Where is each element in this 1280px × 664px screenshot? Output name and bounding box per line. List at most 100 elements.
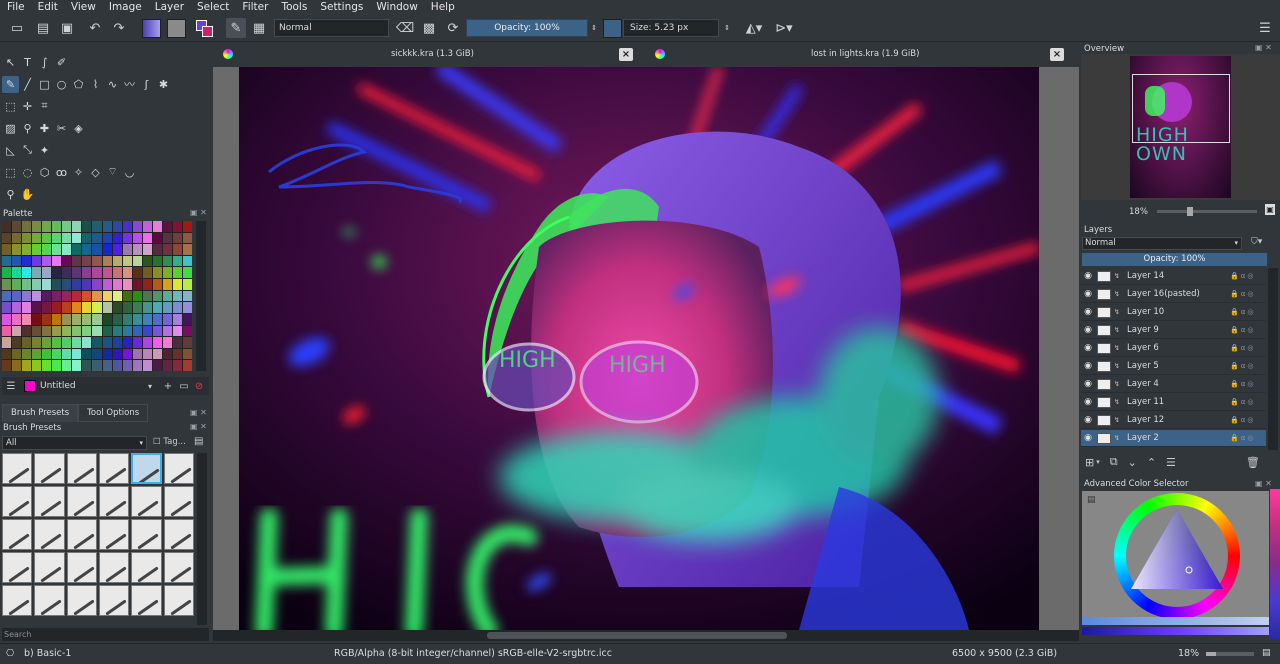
palette-swatch[interactable] — [122, 337, 132, 348]
bezier-select-icon[interactable]: ⌔ — [104, 164, 121, 181]
palette-swatch[interactable] — [22, 255, 32, 267]
palette-swatch[interactable] — [2, 267, 12, 279]
palette-swatch[interactable] — [82, 232, 92, 244]
close-tab-1-button[interactable]: × — [619, 48, 633, 61]
palette-swatch[interactable] — [102, 302, 112, 313]
tag-menu-icon[interactable]: ▤ — [194, 436, 203, 447]
canvas-artwork[interactable]: HIGH HIGH — [239, 67, 1039, 630]
tab-tool-options[interactable]: Tool Options — [78, 404, 149, 422]
palette-swatch[interactable] — [182, 267, 192, 279]
blend-mode-select[interactable]: Normal — [274, 19, 389, 37]
brush-preset-tile[interactable] — [2, 552, 33, 583]
palette-swatch[interactable] — [12, 267, 22, 279]
palette-swatch[interactable] — [182, 360, 192, 371]
layer-row[interactable]: ◉ ↯ Layer 10 🔒α◎ — [1081, 304, 1266, 321]
layer-lock-icon[interactable]: 🔒α◎ — [1230, 398, 1266, 406]
palette-swatch[interactable] — [22, 290, 32, 302]
save-icon[interactable]: ▣ — [58, 18, 76, 38]
palette-swatch[interactable] — [142, 232, 152, 244]
palette-swatch[interactable] — [2, 232, 12, 244]
palette-swatch[interactable] — [152, 337, 162, 348]
visibility-eye-icon[interactable]: ◉ — [1081, 361, 1095, 371]
palette-swatch[interactable] — [132, 232, 142, 244]
palette-swatch[interactable] — [152, 313, 162, 325]
slider-handle[interactable] — [1187, 207, 1193, 216]
flow-swatch[interactable] — [603, 19, 622, 38]
palette-swatch[interactable] — [62, 360, 72, 371]
palette-swatch[interactable] — [52, 267, 62, 279]
layer-filter-icon[interactable]: ⛉▾ — [1251, 237, 1262, 247]
palette-swatch[interactable] — [102, 221, 112, 232]
preserve-alpha-icon[interactable]: ▩ — [420, 18, 438, 38]
palette-swatch[interactable] — [42, 337, 52, 348]
visibility-eye-icon[interactable]: ◉ — [1081, 397, 1095, 407]
palette-swatch[interactable] — [112, 221, 122, 232]
palette-swatch[interactable] — [182, 313, 192, 325]
eraser-icon[interactable]: ⌫ — [396, 18, 414, 38]
palette-swatch[interactable] — [162, 302, 172, 313]
palette-swatch[interactable] — [102, 279, 112, 290]
palette-swatch[interactable] — [122, 267, 132, 279]
palette-swatch[interactable] — [52, 279, 62, 290]
rect-select-icon[interactable]: ⬚ — [2, 164, 19, 181]
palette-swatch[interactable] — [2, 244, 12, 255]
palette-swatch[interactable] — [72, 221, 82, 232]
palette-swatch[interactable] — [92, 267, 102, 279]
palette-swatch[interactable] — [142, 360, 152, 371]
palette-swatch[interactable] — [152, 221, 162, 232]
palette-swatch[interactable] — [152, 244, 162, 255]
palette-swatch[interactable] — [72, 313, 82, 325]
palette-swatch[interactable] — [162, 267, 172, 279]
palette-swatch[interactable] — [12, 348, 22, 360]
palette-swatch[interactable] — [132, 325, 142, 337]
color-history-strip[interactable] — [1270, 489, 1280, 639]
palette-swatch[interactable] — [52, 348, 62, 360]
freehand-select-icon[interactable]: ꝏ — [53, 164, 70, 181]
palette-swatch[interactable] — [42, 221, 52, 232]
close-tab-2-button[interactable]: × — [1050, 48, 1064, 61]
polygon-select-icon[interactable]: ⬡ — [36, 164, 53, 181]
palette-swatch[interactable] — [12, 360, 22, 371]
palette-swatch[interactable] — [32, 348, 42, 360]
brush-preset-tile[interactable] — [163, 486, 194, 517]
palette-swatch[interactable] — [22, 302, 32, 313]
palette-swatch[interactable] — [42, 232, 52, 244]
layer-row[interactable]: ◉ ↯ Layer 5 🔒α◎ — [1081, 358, 1266, 375]
palette-swatch[interactable] — [22, 279, 32, 290]
move-icon[interactable]: ✛ — [19, 98, 36, 115]
palette-swatch[interactable] — [82, 279, 92, 290]
palette-swatch[interactable] — [142, 279, 152, 290]
layer-lock-icon[interactable]: 🔒α◎ — [1230, 434, 1266, 442]
palette-swatch[interactable] — [112, 244, 122, 255]
palette-swatch[interactable] — [102, 244, 112, 255]
palette-swatch[interactable] — [132, 267, 142, 279]
layer-lock-icon[interactable]: 🔒α◎ — [1230, 272, 1266, 280]
brush-preset-tile[interactable] — [131, 552, 162, 583]
palette-swatch[interactable] — [32, 313, 42, 325]
palette-swatch[interactable] — [152, 302, 162, 313]
palette-swatch[interactable] — [52, 290, 62, 302]
palette-swatch[interactable] — [52, 325, 62, 337]
text-icon[interactable]: T — [19, 54, 36, 71]
palette-swatch[interactable] — [142, 221, 152, 232]
palette-swatch[interactable] — [122, 302, 132, 313]
brush-preset-tile[interactable] — [2, 585, 33, 616]
palette-swatch[interactable] — [142, 302, 152, 313]
palette-swatch[interactable] — [172, 232, 182, 244]
palette-swatch[interactable] — [162, 255, 172, 267]
palette-swatch[interactable] — [132, 337, 142, 348]
layer-lock-icon[interactable]: 🔒α◎ — [1230, 416, 1266, 424]
palette-swatch[interactable] — [32, 279, 42, 290]
palette-dropdown-icon[interactable]: ▾ — [148, 382, 160, 391]
palette-swatch[interactable] — [12, 244, 22, 255]
mirror-vertical-icon[interactable]: ⊳▾ — [772, 18, 796, 38]
palette-swatch[interactable] — [132, 279, 142, 290]
canvas-horizontal-scrollbar[interactable] — [213, 630, 1079, 641]
brush-preset-tile[interactable] — [131, 486, 162, 517]
palette-swatch[interactable] — [102, 360, 112, 371]
palette-swatch[interactable] — [102, 232, 112, 244]
palette-swatch[interactable] — [22, 267, 32, 279]
palette-swatch[interactable] — [172, 244, 182, 255]
brush-editor-icon[interactable]: ✎ — [226, 18, 246, 38]
calligraphy-icon[interactable]: ∫ — [36, 54, 53, 71]
